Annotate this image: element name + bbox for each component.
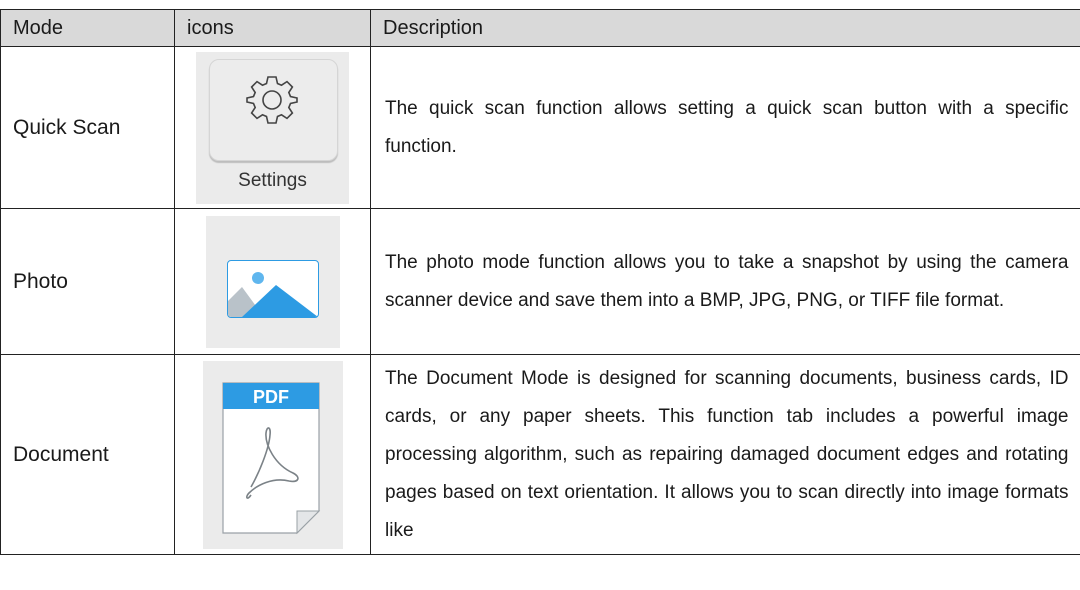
photo-icon-tile — [205, 215, 340, 348]
header-description: Description — [370, 9, 1080, 47]
settings-label: Settings — [238, 169, 307, 191]
pdf-label: PDF — [253, 387, 289, 407]
mode-name: Photo — [0, 208, 175, 355]
mode-description: The quick scan function allows setting a… — [370, 46, 1080, 209]
table-row: Photo The photo mode function allows you… — [0, 208, 1080, 355]
header-mode: Mode — [0, 9, 175, 47]
icon-cell — [174, 208, 371, 355]
mode-name: Quick Scan — [0, 46, 175, 209]
settings-button: Settings — [196, 51, 349, 204]
photo-image-icon — [226, 259, 319, 318]
icon-cell: Settings — [174, 46, 371, 209]
icon-cell: PDF — [174, 354, 371, 555]
mode-name: Document — [0, 354, 175, 555]
mode-description: The photo mode function allows you to ta… — [370, 208, 1080, 355]
header-row: Mode icons Description — [0, 9, 1080, 47]
pdf-icon-tile: PDF — [202, 360, 343, 549]
gear-icon — [246, 75, 298, 124]
table-row: Document PDF The Document Mode is design… — [0, 354, 1080, 555]
mode-description: The Document Mode is designed for scanni… — [370, 354, 1080, 555]
table-row: Quick Scan Settings The quick scan funct… — [0, 46, 1080, 209]
mode-table: Mode icons Description Quick Scan Settin… — [0, 9, 1080, 555]
pdf-document-icon: PDF — [221, 381, 320, 534]
header-icons: icons — [174, 9, 371, 47]
